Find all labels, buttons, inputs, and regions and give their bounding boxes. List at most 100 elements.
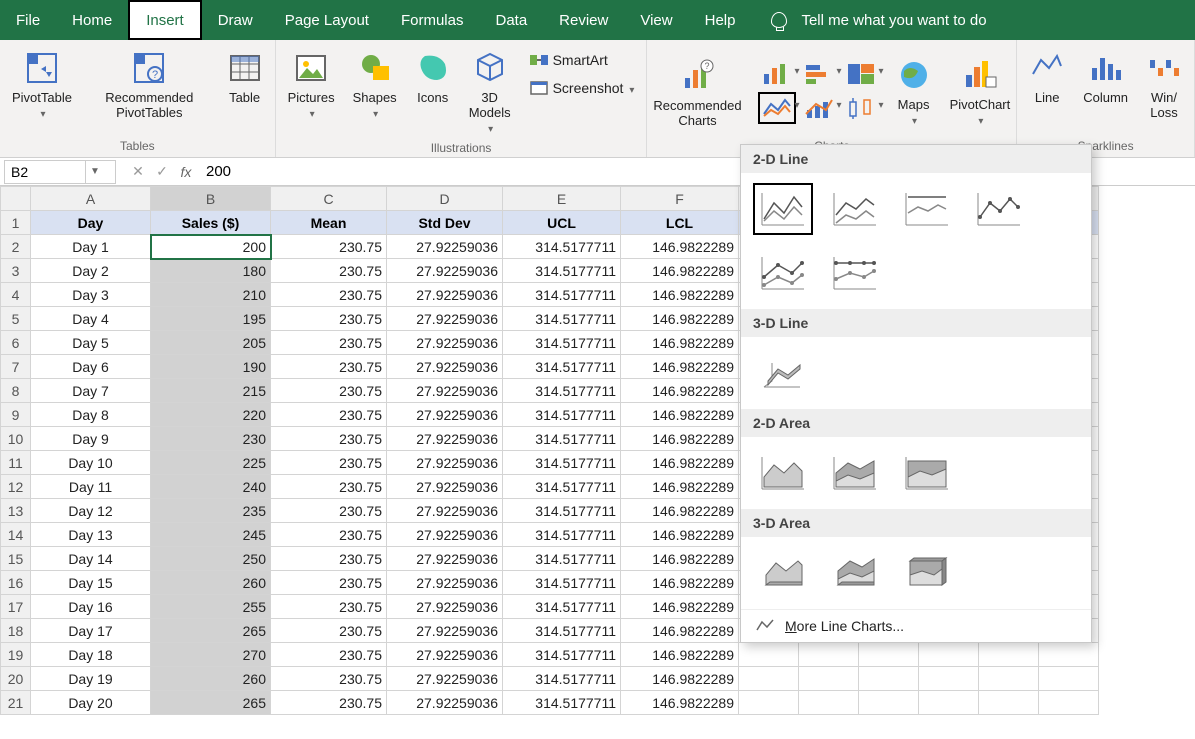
tell-me[interactable]: Tell me what you want to do [771, 0, 986, 40]
cell[interactable]: 146.9822289 [621, 619, 739, 643]
sparkline-line-button[interactable]: Line [1025, 44, 1069, 107]
select-all-corner[interactable] [1, 187, 31, 211]
line-chart-100-stacked-markers[interactable] [829, 251, 881, 295]
cell[interactable]: 230.75 [271, 427, 387, 451]
row-header-9[interactable]: 9 [1, 403, 31, 427]
area-chart-3d-stacked[interactable] [829, 551, 881, 595]
cell[interactable]: 146.9822289 [621, 667, 739, 691]
row-header-16[interactable]: 16 [1, 571, 31, 595]
cell[interactable]: 314.5177711 [503, 571, 621, 595]
cell[interactable] [919, 667, 979, 691]
column-header-B[interactable]: B [151, 187, 271, 211]
cell[interactable]: 230.75 [271, 499, 387, 523]
cell[interactable]: Day 6 [31, 355, 151, 379]
chart-type-combo[interactable]: ▾ [804, 96, 834, 120]
column-header-F[interactable]: F [621, 187, 739, 211]
line-chart-stacked-markers[interactable] [757, 251, 809, 295]
cell[interactable]: 235 [151, 499, 271, 523]
row-header-10[interactable]: 10 [1, 427, 31, 451]
row-header-20[interactable]: 20 [1, 667, 31, 691]
cell[interactable]: 314.5177711 [503, 667, 621, 691]
cell[interactable]: Day 1 [31, 235, 151, 259]
cell[interactable]: 27.92259036 [387, 283, 503, 307]
area-chart-stacked[interactable] [829, 451, 881, 495]
cell[interactable]: 27.92259036 [387, 427, 503, 451]
cell[interactable]: 314.5177711 [503, 547, 621, 571]
cell[interactable]: 146.9822289 [621, 547, 739, 571]
row-header-13[interactable]: 13 [1, 499, 31, 523]
cell[interactable]: 314.5177711 [503, 379, 621, 403]
cell[interactable]: 146.9822289 [621, 331, 739, 355]
cell[interactable]: 180 [151, 259, 271, 283]
cell[interactable]: 265 [151, 619, 271, 643]
cell[interactable]: 27.92259036 [387, 379, 503, 403]
row-header-2[interactable]: 2 [1, 235, 31, 259]
cell[interactable]: 314.5177711 [503, 523, 621, 547]
cell[interactable] [859, 643, 919, 667]
cell[interactable]: 314.5177711 [503, 331, 621, 355]
cell[interactable]: 314.5177711 [503, 451, 621, 475]
cell[interactable]: 195 [151, 307, 271, 331]
cell[interactable]: Day 5 [31, 331, 151, 355]
cell[interactable] [799, 643, 859, 667]
cell[interactable]: 230.75 [271, 331, 387, 355]
tab-home[interactable]: Home [56, 0, 128, 40]
cell[interactable]: Day 10 [31, 451, 151, 475]
row-header-3[interactable]: 3 [1, 259, 31, 283]
sparkline-column-button[interactable]: Column [1079, 44, 1132, 107]
cell[interactable] [919, 691, 979, 715]
cell[interactable]: 146.9822289 [621, 355, 739, 379]
cell[interactable]: 230.75 [271, 691, 387, 715]
cell[interactable]: 27.92259036 [387, 499, 503, 523]
screenshot-button[interactable]: Screenshot [525, 76, 639, 100]
row-header-18[interactable]: 18 [1, 619, 31, 643]
row-header-4[interactable]: 4 [1, 283, 31, 307]
cell[interactable]: Day 17 [31, 619, 151, 643]
recommended-charts-button[interactable]: ? Recommended Charts [649, 52, 745, 130]
cell[interactable]: 314.5177711 [503, 355, 621, 379]
cell[interactable] [859, 691, 919, 715]
cell[interactable]: 27.92259036 [387, 475, 503, 499]
name-box-input[interactable] [5, 164, 85, 180]
cell[interactable]: 146.9822289 [621, 379, 739, 403]
cell[interactable]: 146.9822289 [621, 595, 739, 619]
cell[interactable]: 314.5177711 [503, 643, 621, 667]
cell[interactable]: 314.5177711 [503, 499, 621, 523]
line-chart-3d[interactable] [757, 351, 809, 395]
cell[interactable]: 255 [151, 595, 271, 619]
cell[interactable]: 230.75 [271, 667, 387, 691]
chart-type-column[interactable]: ▾ [762, 62, 792, 86]
cell[interactable]: 220 [151, 403, 271, 427]
area-chart-3d-100-stacked[interactable] [901, 551, 953, 595]
cell[interactable]: 27.92259036 [387, 235, 503, 259]
row-header-15[interactable]: 15 [1, 547, 31, 571]
row-header-19[interactable]: 19 [1, 643, 31, 667]
row-header-6[interactable]: 6 [1, 331, 31, 355]
fx-button[interactable]: fx [174, 164, 198, 180]
sparkline-winloss-button[interactable]: Win/ Loss [1142, 44, 1186, 122]
cell[interactable]: 27.92259036 [387, 451, 503, 475]
pivot-chart-button[interactable]: PivotChart [946, 51, 1015, 131]
cell[interactable]: 215 [151, 379, 271, 403]
cell[interactable]: 245 [151, 523, 271, 547]
pivot-table-button[interactable]: PivotTable [8, 44, 76, 124]
cell[interactable]: LCL [621, 211, 739, 235]
cell[interactable]: 260 [151, 667, 271, 691]
cell[interactable]: 146.9822289 [621, 427, 739, 451]
cell[interactable]: 27.92259036 [387, 331, 503, 355]
cell[interactable]: 230.75 [271, 235, 387, 259]
cell[interactable]: 27.92259036 [387, 403, 503, 427]
cell[interactable]: Day 2 [31, 259, 151, 283]
cell[interactable]: 27.92259036 [387, 643, 503, 667]
name-box[interactable]: ▼ [4, 160, 116, 184]
cell[interactable]: 146.9822289 [621, 235, 739, 259]
cell[interactable]: 200 [151, 235, 271, 259]
tab-formulas[interactable]: Formulas [385, 0, 480, 40]
cell[interactable] [1039, 691, 1099, 715]
table-button[interactable]: Table [223, 44, 267, 107]
cell[interactable]: Day 3 [31, 283, 151, 307]
cell[interactable]: 210 [151, 283, 271, 307]
row-header-17[interactable]: 17 [1, 595, 31, 619]
row-header-7[interactable]: 7 [1, 355, 31, 379]
cell[interactable]: Day 14 [31, 547, 151, 571]
